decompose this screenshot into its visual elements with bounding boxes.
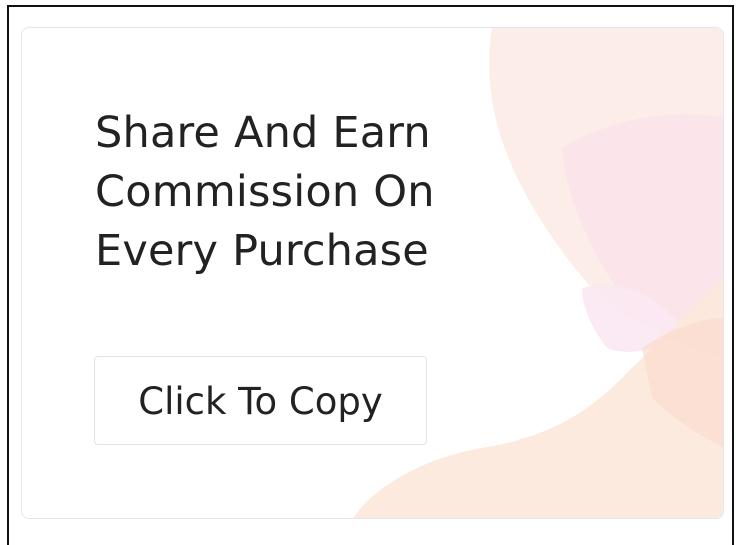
headline-line: Every Purchase	[95, 226, 429, 276]
headline-line: Commission On	[95, 167, 435, 217]
click-to-copy-button[interactable]: Click To Copy	[94, 356, 427, 445]
promo-headline: Share And Earn Commission On Every Purch…	[95, 104, 575, 281]
referral-card: Share And Earn Commission On Every Purch…	[21, 27, 724, 519]
headline-line: Share And Earn	[95, 108, 431, 158]
